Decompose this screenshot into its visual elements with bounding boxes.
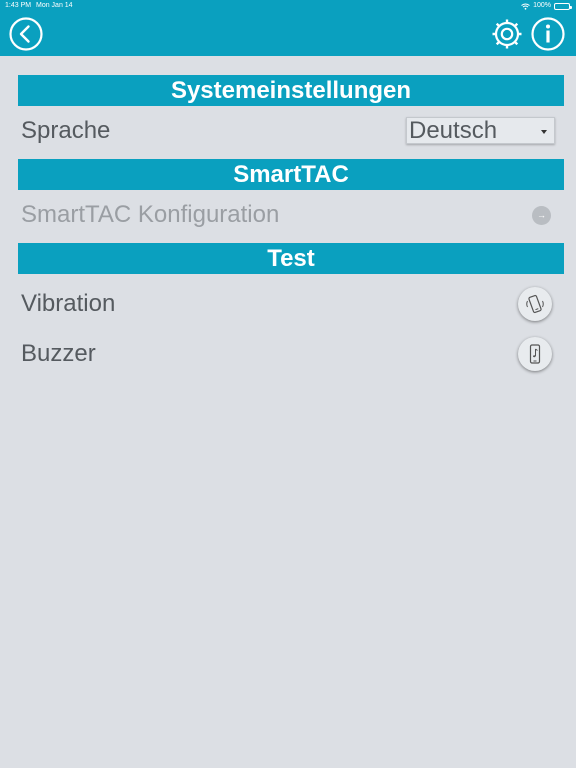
navigation-bar (0, 12, 576, 56)
back-button[interactable] (9, 17, 43, 51)
status-date: Mon Jan 14 (36, 2, 73, 9)
status-right: 100% (521, 0, 572, 12)
smarttac-config-button[interactable]: → (532, 206, 551, 225)
buzzer-label: Buzzer (21, 340, 96, 367)
dropdown-arrow-icon (541, 130, 547, 134)
status-time: 1:43 PM (5, 2, 32, 9)
phone-sound-icon (529, 344, 541, 364)
language-select[interactable]: Deutsch (406, 117, 555, 144)
buzzer-test-button[interactable] (518, 337, 552, 371)
info-circle-icon (531, 17, 565, 51)
section-header-smarttac: SmartTAC (18, 159, 564, 190)
settings-button[interactable] (490, 17, 524, 51)
section-header-test: Test (18, 243, 564, 274)
vibration-label: Vibration (21, 290, 116, 317)
gear-icon (492, 19, 522, 49)
status-bar: 1:43 PM Mon Jan 14 100% (0, 0, 576, 12)
chevron-left-circle-icon (9, 17, 43, 51)
language-label: Sprache (21, 117, 111, 144)
battery-percent: 100% (533, 2, 551, 9)
info-button[interactable] (531, 17, 565, 51)
phone-vibrate-icon (526, 294, 544, 314)
wifi-icon (521, 3, 530, 10)
battery-icon (554, 2, 572, 10)
smarttac-config-label: SmartTAC Konfiguration (21, 201, 280, 228)
vibration-test-button[interactable] (518, 287, 552, 321)
arrow-right-icon: → (537, 210, 546, 220)
language-select-value: Deutsch (409, 117, 498, 144)
section-header-system: Systemeinstellungen (18, 75, 564, 106)
